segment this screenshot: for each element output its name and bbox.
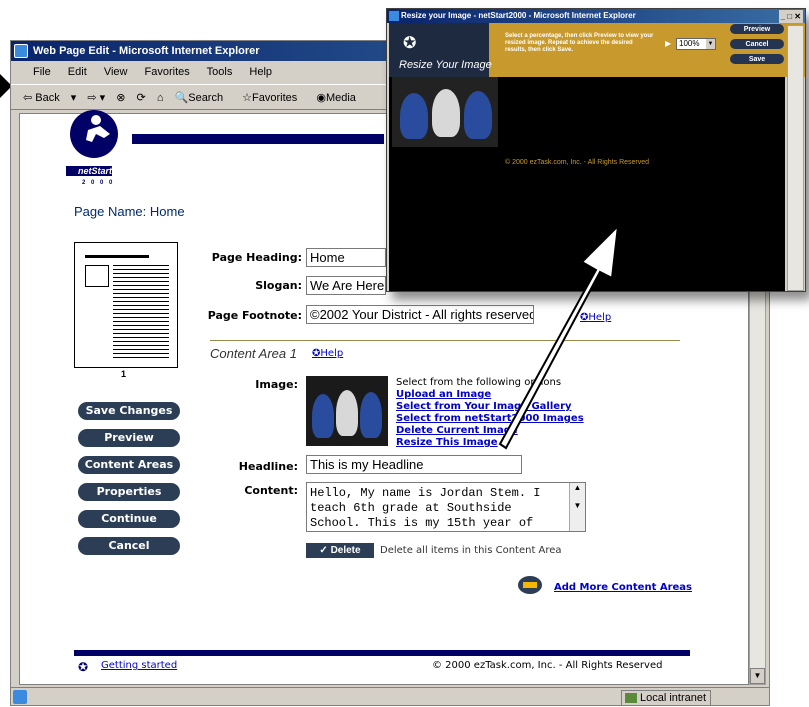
popup-title-bar: Resize your Image - netStart2000 - Micro… bbox=[387, 9, 805, 23]
save-changes-button[interactable]: Save Changes bbox=[78, 402, 180, 420]
add-more-content-areas-link[interactable]: Add More Content Areas bbox=[554, 582, 692, 593]
zoom-value: 100% bbox=[679, 39, 700, 48]
back-label: Back bbox=[35, 92, 60, 104]
content-text: Hello, My name is Jordan Stem. I teach 6… bbox=[310, 486, 541, 530]
page-status-icon bbox=[13, 690, 27, 704]
search-label: Search bbox=[188, 92, 224, 104]
thumbnail-page-number: 1 bbox=[121, 369, 127, 379]
popup-title: Resize your Image - netStart2000 - Micro… bbox=[401, 11, 636, 20]
textarea-scrollbar[interactable]: ▲ ▼ bbox=[569, 483, 585, 531]
kid-figure bbox=[464, 91, 492, 139]
zoom-select[interactable]: 100% ▼ bbox=[676, 38, 716, 50]
thumb-text-lines bbox=[113, 265, 169, 359]
popup-scrollbar[interactable] bbox=[787, 25, 804, 291]
add-area-arrow-icon[interactable] bbox=[518, 576, 542, 594]
content-textarea[interactable]: Hello, My name is Jordan Stem. I teach 6… bbox=[306, 482, 586, 532]
content-area-help-link[interactable]: ✪Help bbox=[312, 348, 343, 359]
kid-figure bbox=[400, 93, 428, 139]
popup-window-controls[interactable]: _ □ ✕ bbox=[778, 10, 803, 23]
menu-edit[interactable]: Edit bbox=[68, 66, 87, 78]
chevron-down-icon: ▼ bbox=[706, 39, 715, 49]
page-heading-label: Page Heading: bbox=[211, 251, 302, 264]
runner-logo-icon: ✪ bbox=[403, 35, 417, 52]
popup-preview-image bbox=[392, 77, 498, 147]
menu-file[interactable]: File bbox=[33, 66, 51, 78]
headline-input[interactable]: This is my Headline bbox=[306, 455, 522, 474]
popup-ie-icon bbox=[389, 11, 399, 21]
logo-subtext: 2 0 0 0 bbox=[82, 180, 115, 186]
netstart-logo bbox=[66, 110, 118, 176]
callout-arrow-icon bbox=[498, 223, 620, 450]
kid-figure bbox=[312, 394, 334, 438]
media-label: Media bbox=[325, 92, 356, 104]
search-button[interactable]: 🔍Search bbox=[175, 92, 232, 104]
properties-button[interactable]: Properties bbox=[78, 483, 180, 501]
page-thumbnail[interactable] bbox=[74, 242, 178, 368]
cancel-button[interactable]: Cancel bbox=[78, 537, 180, 555]
menu-favorites[interactable]: Favorites bbox=[145, 66, 190, 78]
scroll-down-icon[interactable]: ▼ bbox=[750, 668, 765, 684]
home-icon[interactable]: ⌂ bbox=[157, 92, 164, 104]
thumb-figure-icon bbox=[85, 265, 109, 287]
content-label: Content: bbox=[244, 484, 298, 497]
page-name-value: Home bbox=[149, 204, 185, 219]
zone-indicator: Local intranet bbox=[621, 690, 711, 706]
continue-button[interactable]: Continue bbox=[78, 510, 180, 528]
favorites-label: Favorites bbox=[252, 92, 298, 104]
thumb-title-line bbox=[85, 255, 149, 258]
content-areas-button[interactable]: Content Areas bbox=[78, 456, 180, 474]
popup-cancel-button[interactable]: Cancel bbox=[729, 38, 785, 50]
slogan-label: Slogan: bbox=[255, 279, 302, 292]
popup-instructions: Select a percentage, then click Preview … bbox=[505, 33, 654, 53]
image-label: Image: bbox=[255, 378, 298, 391]
menu-view[interactable]: View bbox=[104, 66, 128, 78]
status-bar: Local intranet bbox=[11, 687, 769, 707]
kid-figure bbox=[432, 89, 460, 137]
favorites-button[interactable]: ☆Favorites bbox=[242, 92, 305, 104]
delete-content-button[interactable]: ✓ Delete bbox=[306, 543, 374, 558]
zone-label: Local intranet bbox=[640, 692, 707, 704]
menu-tools[interactable]: Tools bbox=[207, 66, 233, 78]
slogan-input[interactable]: We Are Here bbox=[306, 276, 386, 295]
logo-text: netStart bbox=[78, 166, 113, 176]
main-window-title: Web Page Edit - Microsoft Internet Explo… bbox=[33, 45, 260, 57]
page-footnote-label: Page Footnote: bbox=[207, 309, 302, 322]
zoom-arrow-icon: ▶ bbox=[665, 39, 672, 48]
preview-button[interactable]: Preview bbox=[78, 429, 180, 447]
kid-figure bbox=[360, 392, 382, 438]
page-name: Page Name: Home bbox=[74, 204, 185, 219]
delete-content-text: Delete all items in this Content Area bbox=[380, 545, 562, 556]
content-area-title: Content Area 1 bbox=[210, 346, 297, 361]
footer-copyright: © 2000 ezTask.com, Inc. - All Rights Res… bbox=[432, 660, 663, 671]
content-area-help-label: Help bbox=[320, 348, 344, 359]
resize-image-link[interactable]: Resize This Image bbox=[396, 437, 498, 448]
arrow-shaft bbox=[523, 582, 537, 588]
popup-save-button[interactable]: Save bbox=[729, 53, 785, 65]
ie-icon bbox=[14, 44, 28, 58]
page-heading-input[interactable]: Home bbox=[306, 248, 386, 267]
popup-preview-button[interactable]: Preview bbox=[729, 23, 785, 35]
popup-heading: Resize Your Image bbox=[399, 59, 492, 71]
media-button[interactable]: ◉Media bbox=[316, 92, 364, 104]
page-name-label: Page Name: bbox=[74, 204, 147, 219]
intranet-icon bbox=[625, 693, 637, 703]
kid-figure bbox=[336, 390, 358, 436]
content-image[interactable] bbox=[306, 376, 388, 446]
header-band bbox=[132, 134, 384, 144]
runner-footer-icon: ✪ bbox=[78, 660, 89, 674]
popup-copyright: © 2000 ezTask.com, Inc. - All Rights Res… bbox=[505, 159, 650, 166]
getting-started-link[interactable]: Getting started bbox=[101, 660, 177, 671]
upload-image-link[interactable]: Upload an Image bbox=[396, 389, 491, 400]
menu-help[interactable]: Help bbox=[249, 66, 272, 78]
footer-band bbox=[74, 650, 690, 656]
headline-label: Headline: bbox=[238, 460, 298, 473]
refresh-icon[interactable]: ⟳ bbox=[137, 92, 146, 104]
